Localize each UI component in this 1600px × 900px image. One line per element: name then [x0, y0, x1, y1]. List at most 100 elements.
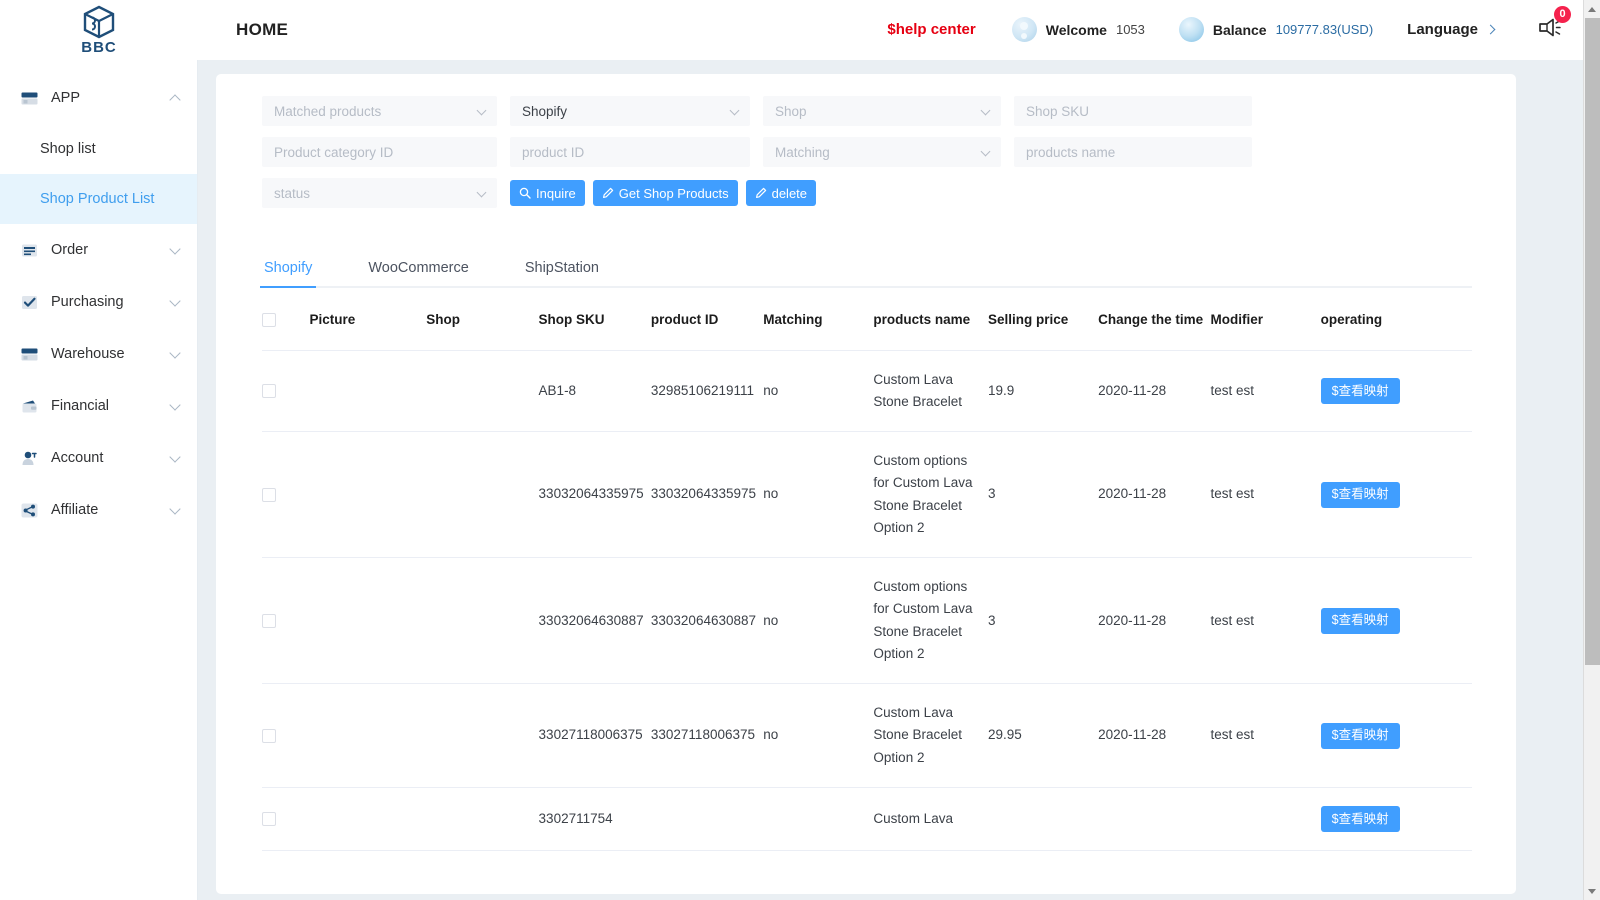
- cell-shop: [426, 787, 539, 852]
- sidebar-item-financial[interactable]: Financial: [0, 380, 197, 432]
- cell-modifier: test est: [1210, 557, 1321, 685]
- sidebar-item-shop-list[interactable]: Shop list: [0, 124, 197, 174]
- sidebar-item-order[interactable]: Order: [0, 224, 197, 276]
- chevron-down-icon: [476, 105, 487, 116]
- cell-operating: $查看映射: [1320, 683, 1472, 789]
- view-mapping-button[interactable]: $查看映射: [1320, 377, 1400, 404]
- chevron-right-icon: [1485, 24, 1496, 35]
- scroll-up-arrow-icon[interactable]: [1584, 0, 1600, 17]
- tab-woocommerce[interactable]: WooCommerce: [366, 260, 470, 286]
- tab-label: WooCommerce: [368, 260, 469, 276]
- cell-modifier: [1210, 787, 1321, 852]
- sidebar-item-label: Financial: [51, 398, 110, 414]
- brand-logo[interactable]: BBC: [0, 0, 198, 60]
- megaphone-icon: [1538, 18, 1561, 42]
- platform-select[interactable]: Shopify: [510, 96, 750, 126]
- product-category-id-value: Product category ID: [274, 144, 394, 160]
- product-table: Picture Shop Shop SKU product ID Matchin…: [262, 288, 1472, 852]
- sidebar-item-affiliate[interactable]: Affiliate: [0, 484, 197, 536]
- delete-label: delete: [771, 185, 808, 201]
- filter-buttons: Inquire Get Shop Products delete: [510, 178, 824, 208]
- cell-change-time: 2020-11-28: [1098, 350, 1211, 433]
- cell-change-time: 2020-11-28: [1098, 557, 1211, 685]
- cell-change-time: 2020-11-28: [1098, 683, 1211, 789]
- main-content: Matched products Shopify Shop Shop SKU P…: [198, 60, 1583, 900]
- sidebar-item-label: Order: [51, 242, 89, 258]
- shop-select[interactable]: Shop: [763, 96, 1001, 126]
- platform-tabs: Shopify WooCommerce ShipStation: [259, 250, 1472, 288]
- cell-selling-price: 29.95: [987, 683, 1099, 789]
- cell-shop: [426, 350, 539, 433]
- platform-value: Shopify: [522, 103, 568, 119]
- help-center-link[interactable]: $help center: [887, 21, 975, 38]
- sidebar-item-warehouse[interactable]: Warehouse: [0, 328, 197, 380]
- sidebar-item-purchasing[interactable]: Purchasing: [0, 276, 197, 328]
- sidebar-item-label: Warehouse: [51, 346, 125, 362]
- chevron-down-icon: [169, 242, 181, 255]
- chevron-down-icon: [980, 105, 991, 116]
- header-actions: $help center Welcome 1053 Balance 109777…: [887, 5, 1583, 47]
- scroll-down-arrow-icon[interactable]: [1584, 883, 1600, 900]
- row-checkbox[interactable]: [262, 383, 276, 398]
- row-checkbox[interactable]: [262, 812, 276, 827]
- logo-text: BBC: [81, 38, 117, 56]
- page-title: HOME: [236, 19, 289, 39]
- shop-sku-input[interactable]: Shop SKU: [1014, 96, 1252, 126]
- delete-button[interactable]: delete: [745, 180, 817, 206]
- product-category-id-input[interactable]: Product category ID: [262, 137, 497, 167]
- cell-matching: no: [763, 350, 874, 433]
- table-row: AB1-8 32985106219111 no Custom Lava Ston…: [262, 350, 1472, 433]
- purchasing-icon: [20, 293, 39, 312]
- matched-products-select[interactable]: Matched products: [262, 96, 497, 126]
- products-name-input[interactable]: products name: [1014, 137, 1252, 167]
- row-checkbox[interactable]: [262, 613, 276, 628]
- table-row: 3302711754 Custom Lava $查看映射: [262, 787, 1472, 852]
- tab-shipstation[interactable]: ShipStation: [523, 260, 601, 286]
- chevron-up-icon: [169, 93, 181, 106]
- row-checkbox[interactable]: [262, 487, 276, 502]
- status-value: status: [274, 185, 311, 201]
- inquire-button[interactable]: Inquire: [510, 180, 585, 206]
- cell-product-id: [650, 787, 764, 852]
- table-row: 33027118006375 33027118006375 no Custom …: [262, 683, 1472, 789]
- cell-operating: $查看映射: [1320, 787, 1472, 852]
- matching-select[interactable]: Matching: [763, 137, 1001, 167]
- coin-icon: [1178, 17, 1204, 42]
- sidebar-item-app[interactable]: APP: [0, 72, 197, 124]
- view-mapping-button[interactable]: $查看映射: [1320, 481, 1400, 508]
- sidebar: APP Shop list Shop Product List Order Pu…: [0, 60, 198, 900]
- sidebar-item-account[interactable]: Account: [0, 432, 197, 484]
- balance-info[interactable]: Balance 109777.83(USD): [1178, 17, 1373, 42]
- affiliate-icon: [20, 501, 39, 520]
- chevron-down-icon: [980, 146, 991, 157]
- cell-picture: [309, 431, 427, 559]
- cell-products-name: Custom options for Custom Lava Stone Bra…: [873, 557, 988, 685]
- status-select[interactable]: status: [262, 178, 497, 208]
- cell-shop: [426, 683, 539, 789]
- language-label: Language: [1407, 21, 1478, 38]
- get-shop-products-button[interactable]: Get Shop Products: [592, 180, 738, 206]
- header-matching: Matching: [763, 288, 874, 351]
- select-all-checkbox[interactable]: [262, 312, 276, 327]
- language-switcher[interactable]: Language: [1407, 21, 1496, 38]
- table-header-row: Picture Shop Shop SKU product ID Matchin…: [262, 288, 1472, 351]
- view-mapping-button[interactable]: $查看映射: [1320, 722, 1400, 749]
- table-row: 33032064335975 33032064335975 no Custom …: [262, 431, 1472, 559]
- header-products-name: products name: [873, 288, 988, 351]
- tab-shopify[interactable]: Shopify: [259, 260, 317, 288]
- cell-matching: no: [763, 683, 874, 789]
- page-scrollbar[interactable]: [1583, 0, 1600, 900]
- view-mapping-button[interactable]: $查看映射: [1320, 806, 1400, 833]
- announcement-button[interactable]: 0: [1534, 5, 1571, 47]
- inquire-label: Inquire: [536, 185, 576, 201]
- product-id-input[interactable]: product ID: [510, 137, 750, 167]
- row-checkbox[interactable]: [262, 728, 276, 743]
- welcome-label: Welcome: [1045, 21, 1107, 38]
- products-name-value: products name: [1026, 144, 1116, 160]
- sidebar-item-shop-product-list[interactable]: Shop Product List: [0, 174, 197, 224]
- notification-badge: 0: [1554, 5, 1571, 23]
- scrollbar-thumb[interactable]: [1585, 18, 1600, 665]
- view-mapping-button[interactable]: $查看映射: [1320, 607, 1400, 634]
- avatar: [1011, 17, 1037, 42]
- user-info[interactable]: Welcome 1053: [1011, 17, 1145, 42]
